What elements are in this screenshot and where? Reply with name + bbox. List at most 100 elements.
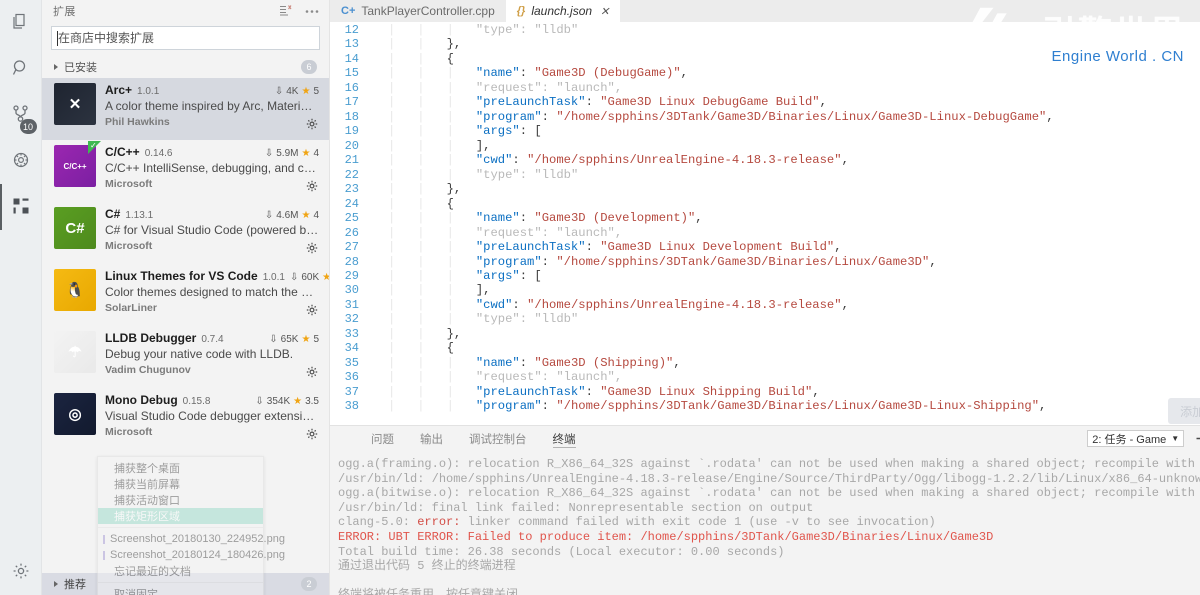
extension-stats: ⇩ 4K ★ 5 <box>275 86 319 97</box>
clear-filter-icon[interactable] <box>279 4 292 19</box>
extension-list-item[interactable]: ✕ Arc+ 1.0.1 ⇩ 4K ★ 5 A color theme inspired by… <box>42 78 329 140</box>
fold-gutter[interactable] <box>372 52 388 66</box>
terminal-output[interactable]: ogg.a(framing.o): relocation R_X86_64_32… <box>330 451 1200 595</box>
ctx-capture-window[interactable]: 捕获活动窗口 <box>98 492 263 508</box>
activity-item-debug[interactable] <box>0 138 42 184</box>
extension-list-item[interactable]: 🐧 Linux Themes for VS Code 1.0.1 ⇩60K★5 Colo… <box>42 264 329 326</box>
code-text: | | | "preLaunchTask": "Game3D Linux Dev… <box>388 240 842 255</box>
fold-gutter[interactable] <box>372 182 388 196</box>
ctx-capture-desktop[interactable]: 捕获整个桌面 <box>98 460 263 476</box>
more-actions-icon[interactable] <box>305 5 319 17</box>
extension-description: Color themes designed to match the popul… <box>105 285 319 299</box>
code-line: 21 | | | "cwd": "/home/spphins/UnrealEngi… <box>330 153 1200 167</box>
ctx-recent-file-1[interactable]: Screenshot_20180130_224952.png <box>98 531 285 547</box>
extension-icon: ✕ <box>54 83 96 125</box>
terminal-line: 终端将被任务重用，按任意键关闭。 <box>338 588 1200 595</box>
code-editor[interactable]: 12 | | | "type": "lldb" 13 | | }, 14 | | {15 |… <box>330 22 1200 425</box>
fold-gutter[interactable] <box>372 327 388 341</box>
gear-icon[interactable] <box>306 428 318 443</box>
line-number: 32 <box>344 312 359 327</box>
activity-item-extensions[interactable] <box>0 184 42 230</box>
line-number: 17 <box>344 95 359 110</box>
tab-terminal[interactable]: 终端 <box>540 426 589 451</box>
gear-icon[interactable] <box>306 366 318 381</box>
extension-list-item[interactable]: ◎ Mono Debug 0.15.8 ⇩ 354K ★ 3.5 Visual Studio … <box>42 388 329 450</box>
fold-gutter[interactable] <box>372 81 388 95</box>
fold-gutter[interactable] <box>372 66 388 80</box>
fold-gutter[interactable] <box>372 312 388 326</box>
ctx-capture-region[interactable]: 捕获矩形区域 <box>98 508 263 524</box>
panel-actions: 2: 任务 - Game ▼ <box>1078 426 1200 451</box>
add-configuration-button[interactable]: 添加配置... <box>1168 398 1200 424</box>
fold-gutter[interactable] <box>372 124 388 138</box>
fold-gutter[interactable] <box>372 269 388 283</box>
installed-section-header[interactable]: 已安装 6 <box>42 56 329 78</box>
ctx-capture-screen[interactable]: 捕获当前屏幕 <box>98 476 263 492</box>
extension-list-item[interactable]: C# C# 1.13.1 ⇩ 4.6M ★ 4 C# for Visual Studio Co… <box>42 202 329 264</box>
fold-gutter[interactable] <box>372 139 388 153</box>
fold-gutter[interactable] <box>372 110 388 124</box>
code-line: 30 | | | ], <box>330 283 1200 297</box>
fold-gutter[interactable] <box>372 211 388 225</box>
activity-item-search[interactable] <box>0 46 42 92</box>
extension-list-item[interactable]: C/C++ C/C++ 0.14.6 ⇩ 5.9M ★ 4 C/C++ IntelliSens… <box>42 140 329 202</box>
code-text: | | | "cwd": "/home/spphins/UnrealEngine… <box>388 297 849 312</box>
install-count-icon: ⇩ <box>255 396 264 407</box>
code-line: 24 | | { <box>330 197 1200 211</box>
fold-gutter[interactable] <box>372 23 388 37</box>
extension-icon: ☂ <box>54 331 96 373</box>
line-number: 16 <box>344 80 359 95</box>
line-number: 21 <box>344 153 359 168</box>
new-terminal-icon[interactable] <box>1195 432 1200 445</box>
gear-icon[interactable] <box>306 118 318 133</box>
fold-gutter[interactable] <box>372 341 388 355</box>
fold-gutter[interactable] <box>372 399 388 413</box>
fold-gutter[interactable] <box>372 298 388 312</box>
tab-tankplayercontroller-cpp[interactable]: C+ TankPlayerController.cpp <box>330 0 506 22</box>
fold-gutter[interactable] <box>372 370 388 384</box>
activity-item-settings[interactable] <box>0 549 42 595</box>
extension-list-item[interactable]: ☂ LLDB Debugger 0.7.4 ⇩ 65K ★ 5 Debug your nati… <box>42 326 329 388</box>
extension-version: 1.0.1 <box>137 86 160 97</box>
fold-gutter[interactable] <box>372 153 388 167</box>
fold-gutter[interactable] <box>372 197 388 211</box>
fold-gutter[interactable] <box>372 226 388 240</box>
fold-gutter[interactable] <box>372 255 388 269</box>
extension-stats: ⇩ 65K ★ 5 <box>269 334 319 345</box>
tab-debug-console[interactable]: 调试控制台 <box>456 426 540 451</box>
ctx-unpin[interactable]: 取消固定 <box>98 586 263 595</box>
activity-item-source-control[interactable]: 10 <box>0 92 42 138</box>
extension-version: 0.14.6 <box>144 148 173 159</box>
extension-stats: ⇩60K★5 <box>290 272 329 283</box>
fold-gutter[interactable] <box>372 95 388 109</box>
activity-item-explorer[interactable] <box>0 0 42 46</box>
fold-gutter[interactable] <box>372 240 388 254</box>
installed-section-label: 已安装 <box>64 62 97 74</box>
fold-gutter[interactable] <box>372 385 388 399</box>
extension-name: Mono Debug <box>105 393 178 407</box>
tab-output[interactable]: 输出 <box>407 426 456 451</box>
ctx-forget-recent[interactable]: 忘记最近的文档 <box>98 563 263 579</box>
line-number: 19 <box>344 124 359 139</box>
fold-gutter[interactable] <box>372 356 388 370</box>
fold-gutter[interactable] <box>372 168 388 182</box>
gear-icon[interactable] <box>306 180 318 195</box>
tab-launch-json[interactable]: {} launch.json ✕ <box>505 0 621 22</box>
panel-tabs: 问题 输出 调试控制台 终端 2: 任务 - Game ▼ <box>330 426 1200 451</box>
rating-value: 5 <box>313 86 319 97</box>
screenshot-context-menu: 捕获整个桌面 捕获当前屏幕 捕获活动窗口 捕获矩形区域 Screenshot_2… <box>97 456 285 595</box>
image-file-icon <box>103 550 105 560</box>
tab-problems[interactable]: 问题 <box>358 426 407 451</box>
gear-icon[interactable] <box>306 304 318 319</box>
line-number: 24 <box>344 196 359 211</box>
code-line: 26 | | | "request": "launch", <box>330 226 1200 240</box>
fold-gutter[interactable] <box>372 37 388 51</box>
ctx-recent-file-2[interactable]: Screenshot_20180124_180426.png <box>98 547 285 563</box>
code-line: 19 | | | "args": [ <box>330 124 1200 138</box>
close-icon[interactable]: ✕ <box>600 5 609 18</box>
search-input[interactable]: 在商店中搜索扩展 <box>51 26 320 50</box>
terminal-selector[interactable]: 2: 任务 - Game ▼ <box>1087 430 1185 447</box>
gear-icon[interactable] <box>306 242 318 257</box>
fold-gutter[interactable] <box>372 283 388 297</box>
code-line: 28 | | | "program": "/home/spphins/3DTank… <box>330 255 1200 269</box>
